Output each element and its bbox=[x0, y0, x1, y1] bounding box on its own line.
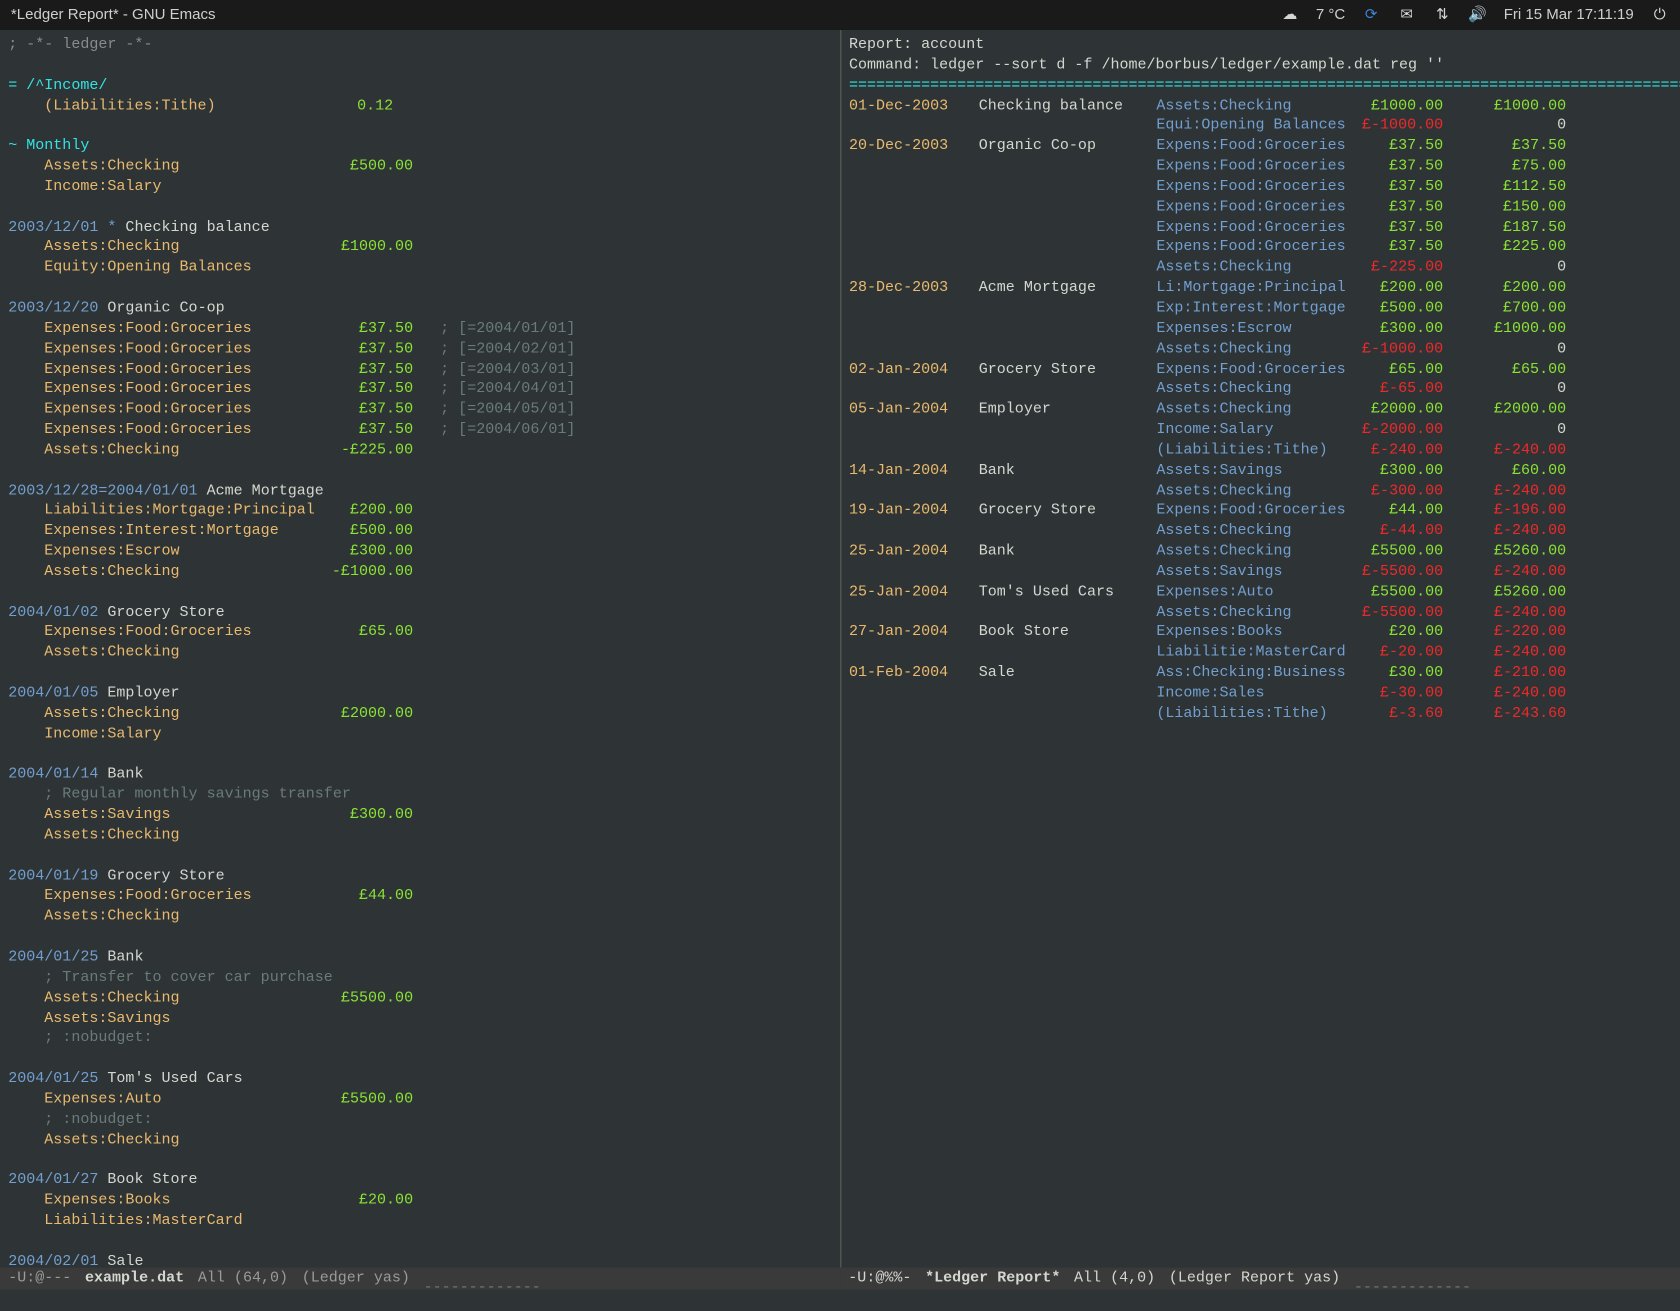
weather-icon[interactable]: ☁ bbox=[1280, 5, 1299, 24]
system-tray: ☁ 7 °C ⟳ ✉ ⇅ 🔊 Fri 15 Mar 17:11:19 ⏻ bbox=[1280, 5, 1669, 25]
minibuffer[interactable] bbox=[0, 1290, 1680, 1311]
volume-icon[interactable]: 🔊 bbox=[1468, 5, 1487, 24]
modeline-pos: All (4,0) bbox=[1074, 1268, 1155, 1288]
mail-icon[interactable]: ✉ bbox=[1397, 5, 1416, 24]
modeline-state: -U:@--- bbox=[8, 1268, 71, 1288]
ledger-report-buffer[interactable]: Report: account Command: ledger --sort d… bbox=[839, 30, 1680, 1268]
modeline-state: -U:@%%- bbox=[848, 1268, 911, 1288]
network-icon[interactable]: ⇅ bbox=[1433, 5, 1452, 24]
modeline-left[interactable]: -U:@--- example.dat All (64,0) (Ledger y… bbox=[0, 1268, 840, 1290]
ledger-source-buffer[interactable]: ; -*- ledger -*- = /^Income/ (Liabilitie… bbox=[0, 30, 839, 1268]
modeline-fill: ----------------------------------------… bbox=[1354, 1268, 1672, 1290]
modeline-right[interactable]: -U:@%%- *Ledger Report* All (4,0) (Ledge… bbox=[840, 1268, 1680, 1290]
emacs-frame: ; -*- ledger -*- = /^Income/ (Liabilitie… bbox=[0, 30, 1680, 1268]
power-icon[interactable]: ⏻ bbox=[1650, 5, 1669, 24]
modeline-pos: All (64,0) bbox=[198, 1268, 288, 1288]
window-title: *Ledger Report* - GNU Emacs bbox=[11, 5, 1267, 25]
weather-temp: 7 °C bbox=[1316, 5, 1345, 25]
modeline-row: -U:@--- example.dat All (64,0) (Ledger y… bbox=[0, 1268, 1680, 1290]
clock: Fri 15 Mar 17:11:19 bbox=[1504, 5, 1634, 25]
refresh-icon[interactable]: ⟳ bbox=[1362, 5, 1381, 24]
modeline-fill: ----------------------------------------… bbox=[424, 1268, 832, 1290]
modeline-buffer: example.dat bbox=[85, 1268, 184, 1288]
modeline-mode: (Ledger Report yas) bbox=[1169, 1268, 1340, 1288]
gnome-topbar: *Ledger Report* - GNU Emacs ☁ 7 °C ⟳ ✉ ⇅… bbox=[0, 0, 1680, 30]
modeline-buffer: *Ledger Report* bbox=[925, 1268, 1060, 1288]
modeline-mode: (Ledger yas) bbox=[302, 1268, 410, 1288]
